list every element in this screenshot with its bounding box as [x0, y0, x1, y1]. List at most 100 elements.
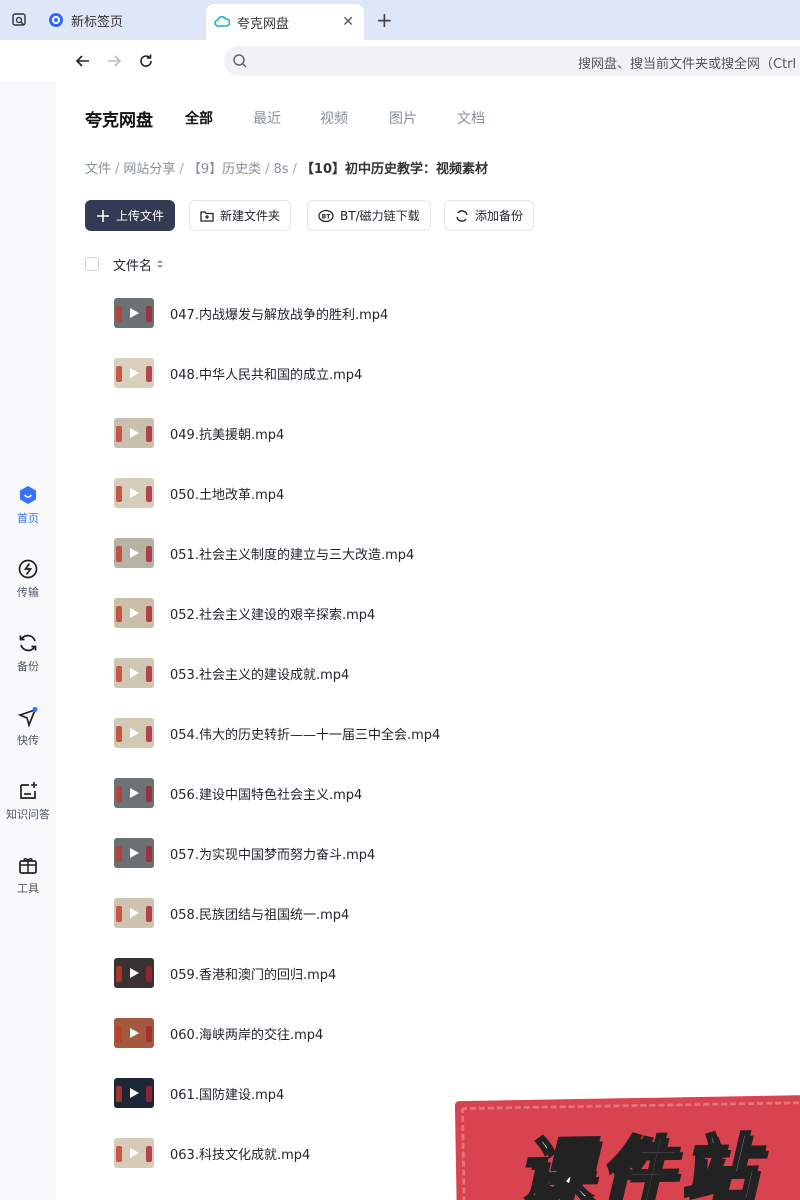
file-name: 054.伟大的历史转折——十一届三中全会.mp4	[170, 727, 441, 743]
thumbnail-figure	[116, 786, 122, 802]
bt-download-label: BT/磁力链下载	[340, 209, 420, 223]
play-icon	[130, 668, 139, 678]
watermark-text: 课件站	[515, 1125, 765, 1200]
video-thumbnail	[114, 538, 154, 568]
sidebar-item-quick-send[interactable]: 快传	[0, 706, 56, 748]
close-tab-icon[interactable]: ✕	[342, 14, 354, 30]
file-row[interactable]: 052.社会主义建设的艰辛探索.mp4	[114, 595, 375, 631]
tab-document[interactable]: 文档	[457, 108, 485, 128]
thumbnail-figure	[116, 966, 122, 982]
file-row[interactable]: 051.社会主义制度的建立与三大改造.mp4	[114, 535, 414, 571]
file-row[interactable]: 063.科技文化成就.mp4	[114, 1135, 310, 1171]
play-icon	[130, 368, 139, 378]
file-name: 047.内战爆发与解放战争的胜利.mp4	[170, 307, 389, 323]
file-row[interactable]: 060.海峡两岸的交往.mp4	[114, 1015, 323, 1051]
file-row[interactable]: 061.国防建设.mp4	[114, 1075, 284, 1111]
video-thumbnail	[114, 958, 154, 988]
thumbnail-figure	[116, 846, 122, 862]
breadcrumb-item[interactable]: 8s	[273, 162, 288, 177]
sidebar-item-home[interactable]: 首页	[0, 484, 56, 526]
thumbnail-figure	[116, 666, 122, 682]
back-arrow-icon[interactable]	[72, 50, 94, 72]
sidebar-item-label: 知识问答	[6, 808, 50, 821]
file-row[interactable]: 053.社会主义的建设成就.mp4	[114, 655, 349, 691]
file-row[interactable]: 059.香港和澳门的回归.mp4	[114, 955, 336, 991]
forward-arrow-icon[interactable]	[103, 50, 125, 72]
sidebar-item-transfer[interactable]: 传输	[0, 558, 56, 600]
list-header: 文件名	[85, 254, 165, 274]
sort-icon[interactable]	[155, 257, 165, 271]
new-folder-button[interactable]: 新建文件夹	[189, 200, 292, 231]
breadcrumb-current: 【10】初中历史教学：视频素材	[300, 162, 489, 177]
file-row[interactable]: 057.为实现中国梦而努力奋斗.mp4	[114, 835, 375, 871]
svg-text:BT: BT	[322, 213, 332, 220]
video-thumbnail	[114, 418, 154, 448]
thumbnail-figure	[116, 1086, 122, 1102]
add-backup-button[interactable]: 添加备份	[444, 200, 535, 231]
file-row[interactable]: 047.内战爆发与解放战争的胜利.mp4	[114, 295, 388, 331]
file-row[interactable]: 048.中华人民共和国的成立.mp4	[114, 355, 362, 391]
omnibox-placeholder: 搜网盘、搜当前文件夹或搜全网（Ctrl +	[578, 57, 800, 72]
tab-recent[interactable]: 最近	[253, 108, 281, 128]
reload-icon[interactable]	[135, 50, 157, 72]
sidebar-item-label: 快传	[17, 734, 39, 747]
thumbnail-figure	[146, 726, 152, 742]
file-name: 048.中华人民共和国的成立.mp4	[170, 367, 363, 383]
thumbnail-figure	[116, 1146, 122, 1162]
sidebar-item-qa[interactable]: 知识问答	[0, 780, 56, 822]
file-row[interactable]: 058.民族团结与祖国统一.mp4	[114, 895, 349, 931]
tab-all[interactable]: 全部	[185, 108, 213, 128]
breadcrumb-item[interactable]: 文件	[85, 162, 111, 177]
quick-send-icon	[17, 707, 38, 728]
upload-button-label: 上传文件	[116, 209, 165, 223]
file-name: 059.香港和澳门的回归.mp4	[170, 967, 337, 983]
video-thumbnail	[114, 478, 154, 508]
sidebar-item-tools[interactable]: 工具	[0, 854, 56, 896]
tab-search-icon[interactable]	[6, 7, 32, 33]
video-thumbnail	[114, 658, 154, 688]
backup-icon	[19, 634, 37, 652]
sidebar-item-backup[interactable]: 备份	[0, 632, 56, 674]
new-tab-favicon-icon	[48, 12, 64, 28]
thumbnail-figure	[146, 786, 152, 802]
thumbnail-figure	[146, 606, 152, 622]
file-row[interactable]: 054.伟大的历史转折——十一届三中全会.mp4	[114, 715, 440, 751]
play-icon	[130, 788, 139, 798]
file-name: 057.为实现中国梦而努力奋斗.mp4	[170, 847, 376, 863]
breadcrumb-item[interactable]: 网站分享	[123, 162, 175, 177]
file-name: 052.社会主义建设的艰辛探索.mp4	[170, 607, 376, 623]
play-icon	[130, 488, 139, 498]
tab-quark-drive[interactable]: 夸克网盘 ✕	[206, 4, 364, 40]
thumbnail-figure	[116, 366, 122, 382]
file-name: 049.抗美援朝.mp4	[170, 427, 285, 443]
file-row[interactable]: 049.抗美援朝.mp4	[114, 415, 284, 451]
play-icon	[130, 1088, 139, 1098]
tab-video[interactable]: 视频	[320, 108, 348, 128]
cloud-favicon-icon	[214, 14, 231, 30]
thumbnail-figure	[146, 906, 152, 922]
bt-download-button[interactable]: BT BT/磁力链下载	[307, 200, 431, 231]
select-all-checkbox[interactable]	[85, 257, 99, 271]
thumbnail-figure	[116, 726, 122, 742]
file-name: 060.海峡两岸的交往.mp4	[170, 1027, 324, 1043]
qa-icon	[20, 782, 37, 799]
thumbnail-figure	[146, 426, 152, 442]
file-row[interactable]: 050.土地改革.mp4	[114, 475, 284, 511]
breadcrumb-item[interactable]: 【9】历史类	[188, 162, 261, 177]
play-icon	[130, 608, 139, 618]
thumbnail-figure	[146, 486, 152, 502]
upload-button[interactable]: 上传文件	[85, 200, 176, 231]
search-omnibox[interactable]: 搜网盘、搜当前文件夹或搜全网（Ctrl +	[224, 46, 800, 76]
tab-image[interactable]: 图片	[389, 108, 417, 128]
video-thumbnail	[114, 1138, 154, 1168]
video-thumbnail	[114, 358, 154, 388]
tab-label: 新标签页	[71, 14, 124, 30]
thumbnail-figure	[146, 366, 152, 382]
file-name: 063.科技文化成就.mp4	[170, 1147, 311, 1163]
new-tab-plus-icon[interactable]: +	[376, 8, 393, 32]
file-row[interactable]: 056.建设中国特色社会主义.mp4	[114, 775, 362, 811]
filename-column-header[interactable]: 文件名	[113, 255, 152, 274]
video-thumbnail	[114, 898, 154, 928]
tab-new-tab[interactable]: 新标签页	[40, 4, 200, 36]
bt-icon: BT	[318, 209, 334, 222]
